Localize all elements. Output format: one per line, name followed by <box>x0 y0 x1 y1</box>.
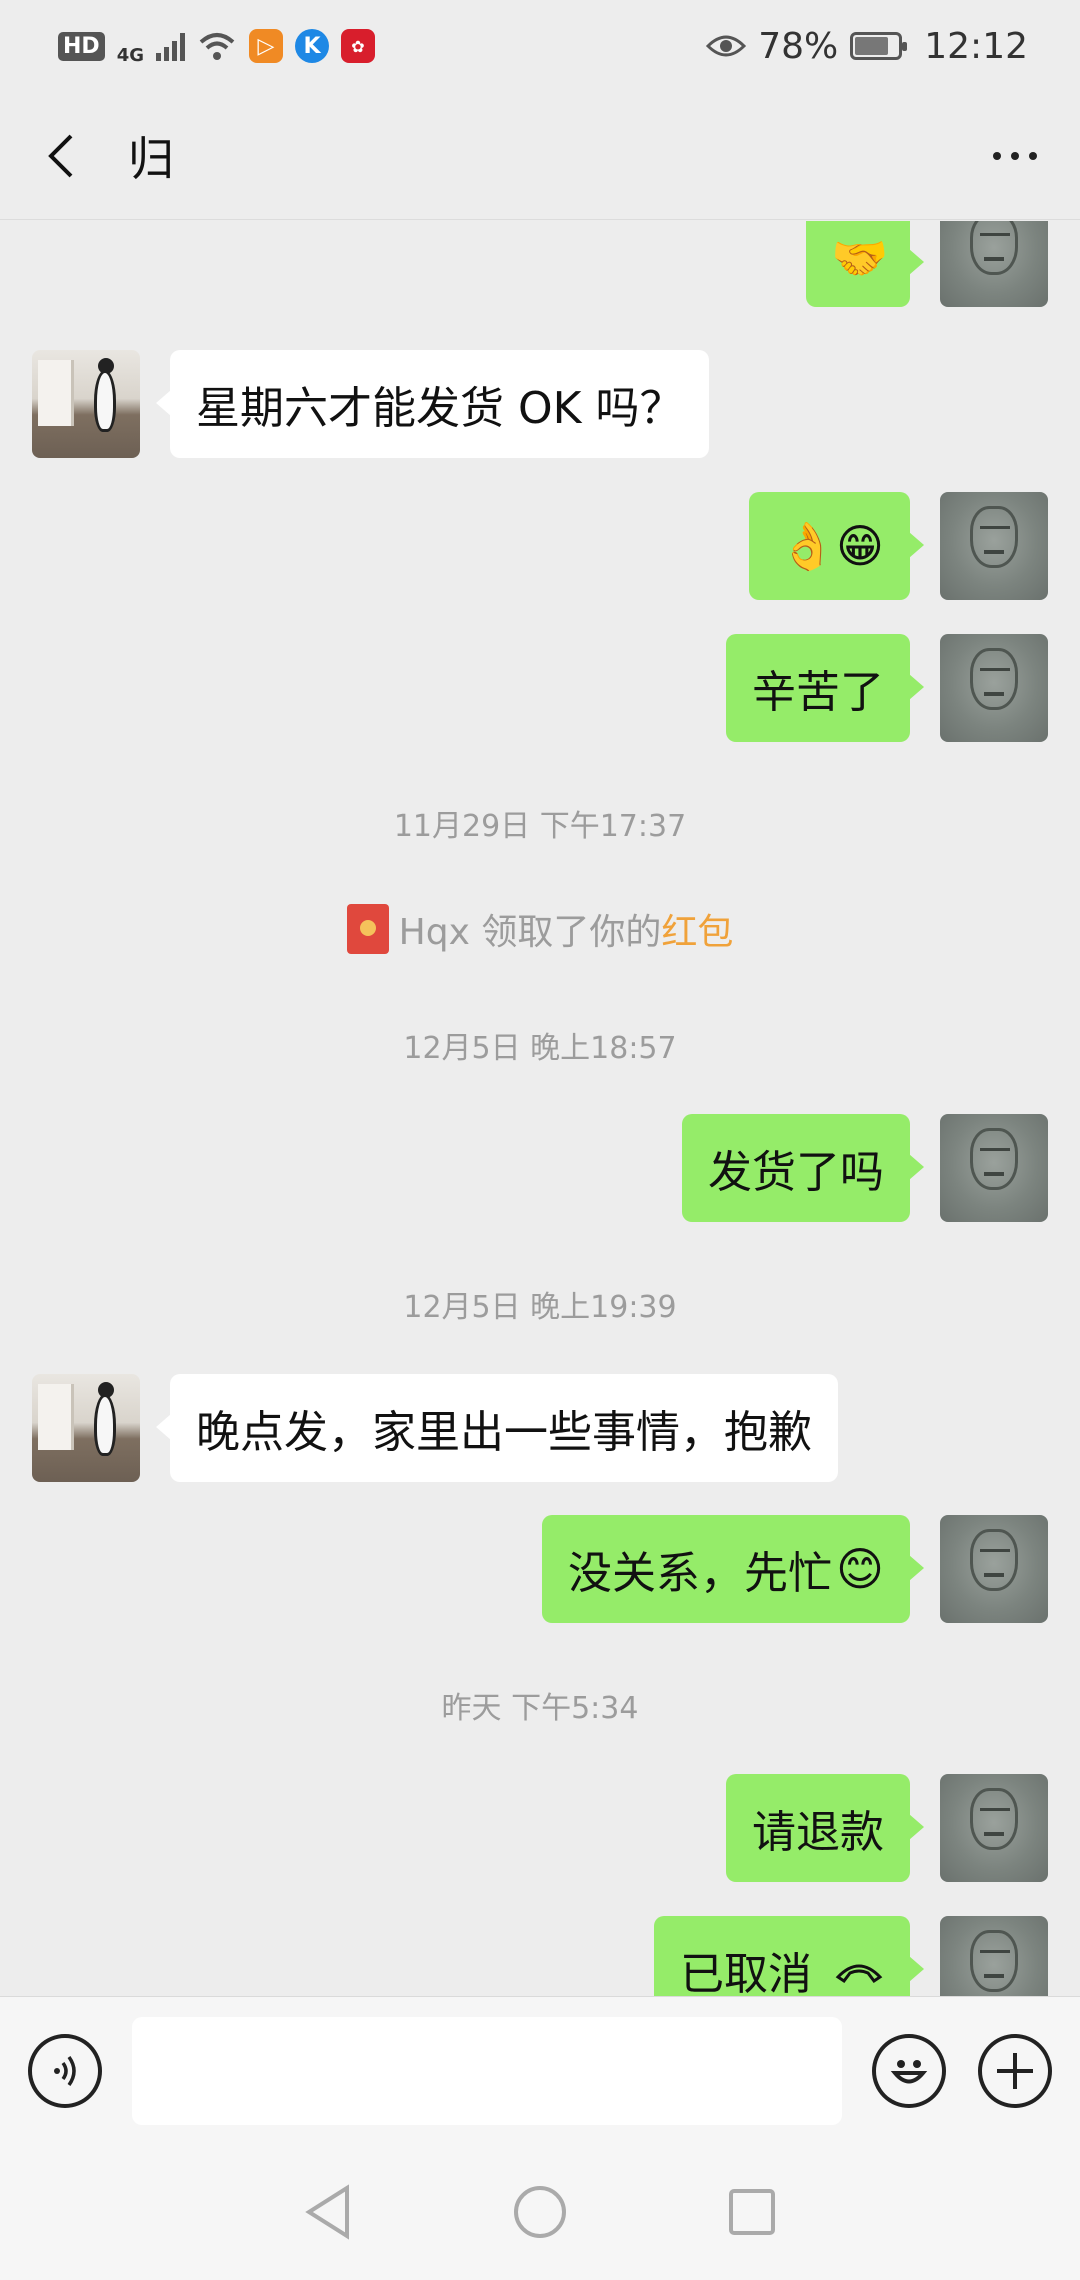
emoji-icon <box>891 2059 928 2083</box>
plus-button[interactable] <box>978 2033 1052 2108</box>
phone-hangup-icon <box>835 1964 883 1984</box>
chat-header: 归 <box>0 92 1080 220</box>
timestamp: 11月29日 下午17:37 <box>393 809 687 844</box>
message-text: 辛苦了 <box>752 667 884 718</box>
plus-icon <box>997 2052 1034 2089</box>
nav-recent-icon <box>729 2189 775 2235</box>
red-app-icon: ✿ <box>341 29 375 63</box>
message-bubble[interactable]: 星期六才能发货 OK 吗？ <box>155 350 710 458</box>
more-icon-dot <box>1011 151 1019 160</box>
back-arrow-icon <box>48 134 73 177</box>
more-icon-dot <box>993 151 1001 160</box>
hd-badge: HD <box>58 31 105 61</box>
message-list[interactable]: 🤝 星期六才能发货 OK 吗？ 👌😁 辛苦了 11月29日 下午17:37 Hq… <box>0 221 1080 1996</box>
my-avatar[interactable] <box>940 1114 1048 1222</box>
red-packet-icon <box>346 904 389 954</box>
note-text: Hqx 领取了你的红包 <box>398 912 734 953</box>
voice-button[interactable] <box>28 2033 102 2108</box>
message-bubble[interactable]: 👌😁 <box>748 492 925 600</box>
message-text: 晚点发，家里出一些事情，抱歉 <box>196 1407 812 1458</box>
wifi-icon <box>199 33 235 60</box>
video-app-icon: ▷ <box>249 29 283 63</box>
eye-icon <box>706 35 747 57</box>
status-left: HD 4G ▷ K ✿ <box>58 27 375 66</box>
message-input[interactable] <box>131 2016 843 2125</box>
status-bar: HD 4G ▷ K ✿ 78% 12:12 <box>0 0 1080 92</box>
my-avatar[interactable] <box>940 221 1048 307</box>
more-button[interactable] <box>980 126 1050 186</box>
emoji-button[interactable] <box>872 2033 947 2108</box>
nav-back-icon <box>305 2184 349 2240</box>
message-text: 星期六才能发货 OK 吗？ <box>196 383 684 434</box>
system-nav-bar <box>0 2144 1080 2280</box>
nav-home-button[interactable] <box>510 2182 570 2242</box>
nav-back-button[interactable] <box>298 2182 358 2242</box>
voice-icon <box>53 2055 76 2086</box>
message-bubble[interactable]: 没关系，先忙 😊 <box>542 1515 924 1623</box>
timestamp: 昨天 下午5:34 <box>441 1691 639 1726</box>
clock: 12:12 <box>924 25 1028 67</box>
ok-grin-emoji: 👌😁 <box>778 518 884 573</box>
message-bubble[interactable]: 发货了吗 <box>682 1114 924 1222</box>
message-bubble[interactable]: 晚点发，家里出一些事情，抱歉 <box>156 1374 838 1482</box>
signal-icon <box>156 31 185 61</box>
message-text: 没关系，先忙 <box>568 1548 833 1599</box>
battery-icon <box>850 32 908 60</box>
more-icon-dot <box>1029 151 1037 160</box>
battery-percent: 78% <box>758 25 839 67</box>
smile-emoji: 😊 <box>836 1542 884 1596</box>
my-avatar[interactable] <box>940 492 1048 600</box>
red-packet-link[interactable]: 红包 <box>661 912 733 953</box>
message-text: 请退款 <box>752 1807 884 1858</box>
handshake-emoji: 🤝 <box>831 230 889 285</box>
message-bubble[interactable]: 已取消 <box>654 1916 924 1996</box>
contact-avatar[interactable] <box>32 350 140 458</box>
chat-title: 归 <box>128 131 174 186</box>
message-text: 发货了吗 <box>708 1147 884 1198</box>
nav-home-icon <box>514 2186 566 2238</box>
message-bubble[interactable]: 请退款 <box>726 1774 924 1882</box>
network-type: 4G <box>116 44 144 66</box>
my-avatar[interactable] <box>940 634 1048 742</box>
my-avatar[interactable] <box>940 1774 1048 1882</box>
input-bar <box>0 1996 1080 2144</box>
message-bubble[interactable]: 辛苦了 <box>726 634 924 742</box>
nav-recent-button[interactable] <box>722 2182 782 2242</box>
message-bubble[interactable]: 🤝 <box>806 221 924 307</box>
contact-avatar[interactable] <box>32 1374 140 1482</box>
status-right: 78% 12:12 <box>706 26 1028 67</box>
kugou-app-icon: K <box>295 29 329 63</box>
timestamp: 12月5日 晚上18:57 <box>403 1031 677 1066</box>
timestamp: 12月5日 晚上19:39 <box>403 1290 677 1325</box>
my-avatar[interactable] <box>940 1515 1048 1623</box>
my-avatar[interactable] <box>940 1916 1048 1996</box>
red-packet-note: Hqx 领取了你的红包 <box>0 903 1080 955</box>
back-button[interactable] <box>30 126 90 186</box>
message-text: 已取消 <box>680 1949 812 1996</box>
